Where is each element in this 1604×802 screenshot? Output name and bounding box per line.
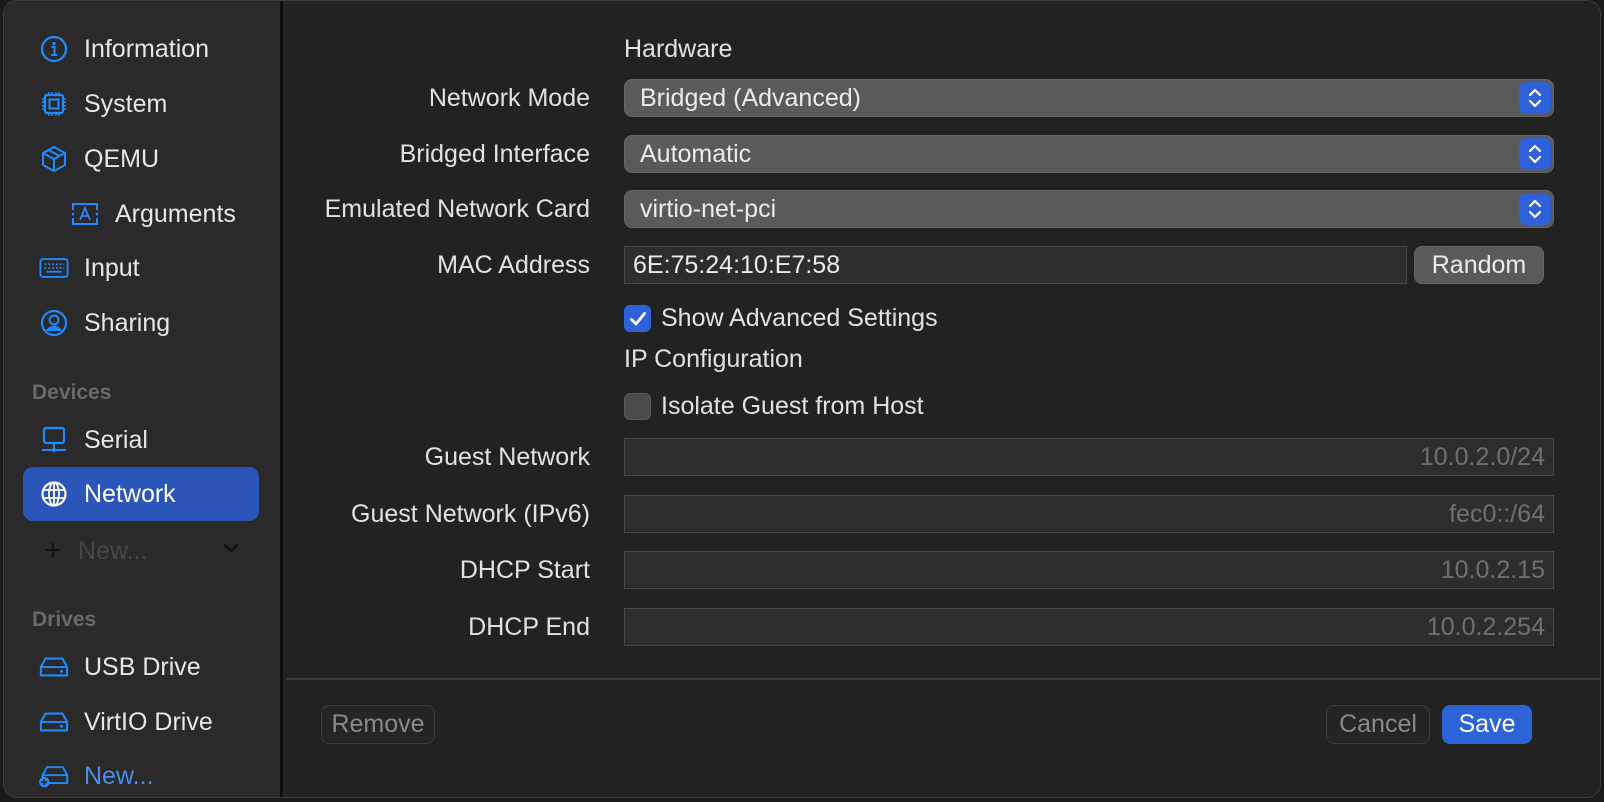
sidebar-item-label: USB Drive <box>84 652 201 681</box>
sidebar-item-label: Sharing <box>84 308 171 337</box>
drive-add-icon <box>39 761 69 791</box>
dhcp-start-label: DHCP Start <box>459 556 590 584</box>
isolate-guest-checkbox[interactable]: Isolate Guest from Host <box>624 392 924 421</box>
chevron-up-down-icon <box>1519 193 1551 225</box>
sidebar-item-label: New... <box>84 761 154 790</box>
sidebar-item-usb-drive[interactable]: USB Drive <box>23 640 259 694</box>
chevron-down-icon <box>222 539 240 562</box>
add-drive-button[interactable]: New... <box>23 749 259 797</box>
emulated-network-card-select[interactable]: virtio-net-pci <box>624 190 1554 228</box>
hardware-section-title: Hardware <box>624 35 733 63</box>
text-cursor-icon <box>70 199 100 229</box>
keyboard-icon <box>39 253 69 283</box>
sidebar-item-label: Information <box>84 34 210 63</box>
sidebar-item-virtio-drive[interactable]: VirtIO Drive <box>23 695 259 749</box>
sidebar: Information System QEMU Arguments Input <box>4 1 283 797</box>
cancel-button[interactable]: Cancel <box>1326 705 1430 744</box>
network-mode-label: Network Mode <box>428 84 590 112</box>
sidebar-item-serial[interactable]: Serial <box>23 413 259 467</box>
plus-icon: + <box>44 534 62 567</box>
sidebar-item-label: QEMU <box>84 144 159 173</box>
settings-window: Information System QEMU Arguments Input <box>3 0 1601 798</box>
sidebar-item-network[interactable]: Network <box>23 467 259 521</box>
sidebar-item-arguments[interactable]: Arguments <box>23 187 259 241</box>
sidebar-item-label: Network <box>84 479 176 508</box>
guest-network-ipv6-field[interactable] <box>624 495 1554 533</box>
globe-network-icon <box>39 479 69 509</box>
mac-address-label: MAC Address <box>437 251 590 279</box>
bridged-interface-select[interactable]: Automatic <box>624 135 1554 173</box>
serial-monitor-icon <box>39 425 69 455</box>
isolate-guest-label: Isolate Guest from Host <box>661 392 924 420</box>
dhcp-end-input[interactable] <box>625 609 1553 645</box>
sidebar-item-label: System <box>84 89 168 118</box>
guest-network-label: Guest Network <box>424 443 590 471</box>
network-mode-value: Bridged (Advanced) <box>640 83 861 112</box>
remove-button[interactable]: Remove <box>321 705 435 744</box>
sidebar-item-label: Serial <box>84 425 148 454</box>
chevron-up-down-icon <box>1519 138 1551 170</box>
show-advanced-settings-label: Show Advanced Settings <box>661 304 938 332</box>
sidebar-item-qemu[interactable]: QEMU <box>23 132 259 186</box>
emulated-network-card-value: virtio-net-pci <box>640 194 777 223</box>
network-mode-select[interactable]: Bridged (Advanced) <box>624 79 1554 117</box>
bridged-interface-label: Bridged Interface <box>399 140 590 168</box>
show-advanced-settings-checkbox[interactable]: Show Advanced Settings <box>624 304 938 333</box>
mac-address-input[interactable] <box>625 247 1406 283</box>
bridged-interface-value: Automatic <box>640 139 752 168</box>
checkmark-icon[interactable] <box>624 305 651 332</box>
mac-address-field[interactable] <box>624 246 1407 284</box>
info-circle-icon <box>39 34 69 64</box>
person-circle-icon <box>39 308 69 338</box>
cpu-chip-icon <box>39 89 69 119</box>
random-mac-button[interactable]: Random <box>1414 246 1544 284</box>
unchecked-box[interactable] <box>624 393 651 420</box>
drives-section-header: Drives <box>32 608 97 631</box>
guest-network-field[interactable] <box>624 438 1554 476</box>
dhcp-start-field[interactable] <box>624 551 1554 589</box>
save-button[interactable]: Save <box>1442 705 1532 744</box>
sidebar-item-information[interactable]: Information <box>23 22 259 76</box>
cube-icon <box>39 144 69 174</box>
chevron-up-down-icon <box>1519 82 1551 114</box>
sidebar-item-sharing[interactable]: Sharing <box>23 296 259 350</box>
emulated-network-card-label: Emulated Network Card <box>324 195 590 223</box>
dhcp-end-label: DHCP End <box>468 613 590 641</box>
sidebar-item-label: VirtIO Drive <box>84 707 213 736</box>
ip-configuration-title: IP Configuration <box>624 345 803 373</box>
add-device-label: New... <box>78 536 148 565</box>
drive-icon <box>39 707 69 737</box>
dhcp-end-field[interactable] <box>624 608 1554 646</box>
guest-network-input[interactable] <box>625 439 1553 475</box>
network-settings-panel: Hardware Network Mode Bridged (Advanced)… <box>286 1 1600 797</box>
devices-section-header: Devices <box>32 381 112 404</box>
footer-divider <box>286 678 1600 680</box>
guest-network-ipv6-label: Guest Network (IPv6) <box>351 500 590 528</box>
guest-network-ipv6-input[interactable] <box>625 496 1553 532</box>
dhcp-start-input[interactable] <box>625 552 1553 588</box>
sidebar-item-input[interactable]: Input <box>23 241 259 295</box>
add-device-button[interactable]: + New... <box>44 533 254 569</box>
sidebar-item-label: Input <box>84 253 140 282</box>
sidebar-item-system[interactable]: System <box>23 77 259 131</box>
drive-icon <box>39 652 69 682</box>
sidebar-item-label: Arguments <box>115 199 236 228</box>
